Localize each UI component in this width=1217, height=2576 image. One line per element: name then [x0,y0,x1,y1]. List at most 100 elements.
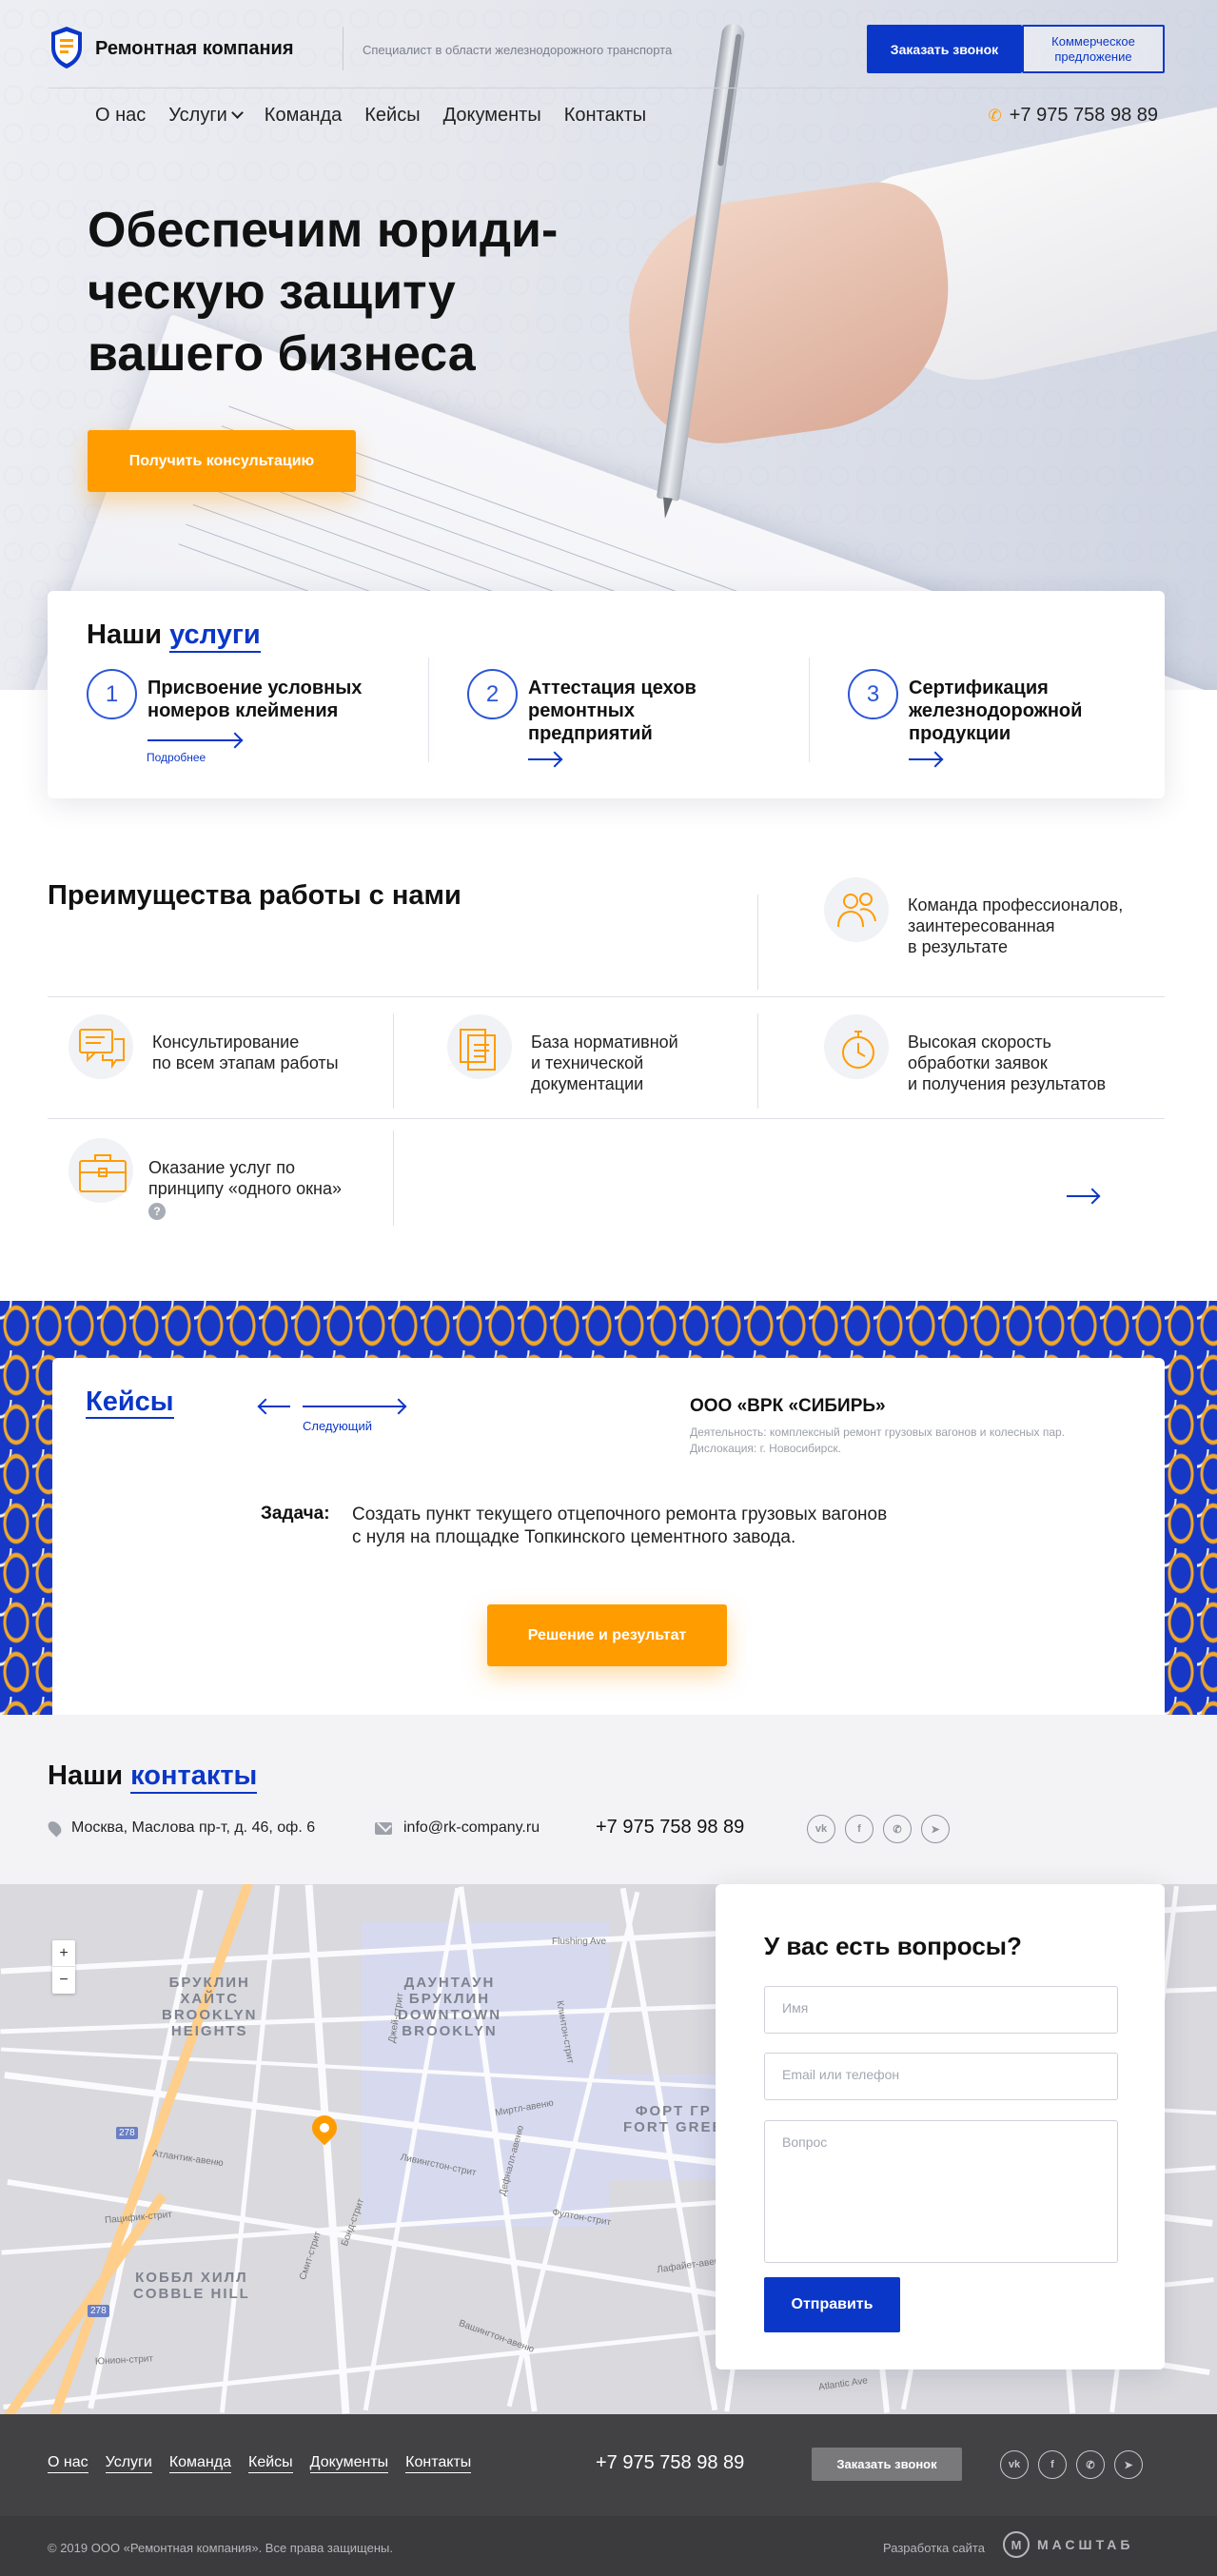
footer-nav-services[interactable]: Услуги [105,2454,152,2473]
facebook-icon[interactable]: f [845,1815,873,1843]
question-textarea[interactable]: Вопрос [764,2120,1118,2263]
studio-logo-icon: M [1003,2531,1030,2558]
order-call-button[interactable]: Заказать звонок [867,25,1022,73]
facebook-icon[interactable]: f [1038,2450,1067,2479]
address-text: Москва, Маслова пр-т, д. 46, оф. 6 [71,1819,316,1836]
header-phone-number: +7 975 758 98 89 [1009,105,1158,126]
page: Ремонтная компания Специалист в области … [0,0,1217,2576]
grid-divider [393,1131,394,1226]
arrow-right-icon[interactable] [303,1406,404,1407]
nav-item-documents[interactable]: Документы [443,105,541,127]
footer-nav-documents[interactable]: Документы [309,2454,389,2473]
chevron-down-icon [230,107,244,119]
footer: О нас Услуги Команда Кейсы Документы Кон… [0,2414,1217,2516]
arrow-right-icon[interactable] [147,739,241,741]
nav-item-label: Услуги [168,105,227,126]
footer-nav-about[interactable]: О нас [48,2454,88,2473]
arrow-right-icon[interactable] [528,758,560,760]
advantage-item: Высокая скорость обработки заявок и полу… [824,1014,1106,1094]
name-input[interactable]: Имя [764,1986,1118,2034]
next-case-link[interactable]: Следующий [303,1419,372,1433]
advantage-item: Команда профессионалов, заинтересованная… [824,877,1123,957]
service-number: 2 [467,669,518,719]
footer-nav-contacts[interactable]: Контакты [405,2454,472,2473]
services-title-plain: Наши [87,619,170,650]
studio-name: МАСШТАБ [1037,2537,1134,2552]
zoom-out-button[interactable]: − [52,1967,75,1994]
footer-nav-team[interactable]: Команда [168,2454,232,2473]
header-phone[interactable]: ✆ +7 975 758 98 89 [988,105,1158,127]
advantage-text: Консультирование по всем этапам работы [152,1032,339,1072]
zoom-in-button[interactable]: + [52,1940,75,1967]
cases-title-text: Кейсы [86,1386,174,1419]
advantages-title: Преимущества работы с нами [48,880,461,911]
map-label: КОББЛ ХИЛЛ COBBLE HILL [133,2270,250,2302]
contact-email[interactable]: info@rk-company.ru [375,1819,540,1837]
briefcase-icon [69,1138,133,1203]
help-icon[interactable]: ? [148,1203,166,1220]
cases-card: Кейсы Следующий ООО «ВРК «СИБИРЬ» Деятел… [52,1358,1165,1715]
nav-item-services[interactable]: Услуги [168,105,244,127]
contacts-title-accent: контакты [130,1760,258,1794]
advantage-item: База нормативной и технической документа… [447,1014,678,1094]
get-consultation-button[interactable]: Получить консультацию [88,430,356,492]
grid-divider [393,1013,394,1109]
footer-order-call-button[interactable]: Заказать звонок [812,2448,962,2481]
service-item[interactable]: 1 Присвоение условных номеров клеймения … [87,667,420,772]
contact-address: Москва, Маслова пр-т, д. 46, оф. 6 [45,1819,316,1838]
footer-nav: О нас Услуги Команда Кейсы Документы Кон… [48,2454,472,2473]
contacts-title: Наши контакты [48,1760,258,1794]
developer-link[interactable]: Разработка сайта [883,2541,985,2555]
map-label: ДАУНТАУН БРУКЛИН DOWNTOWN BROOKLYN [398,1975,502,2039]
highway-shield-icon: 278 [116,2127,138,2139]
mail-icon [375,1821,392,1835]
submit-button[interactable]: Отправить [764,2277,900,2332]
vk-icon[interactable]: vk [807,1815,835,1843]
telegram-icon[interactable]: ➤ [921,1815,950,1843]
documents-icon [447,1014,512,1079]
vk-icon[interactable]: vk [1000,2450,1029,2479]
nav-item-contacts[interactable]: Контакты [564,105,646,127]
case-task-text: Создать пункт текущего отцепочного ремон… [352,1504,888,1547]
solution-result-button[interactable]: Решение и результат [487,1604,727,1666]
nav-item-cases[interactable]: Кейсы [364,105,420,127]
grid-divider [757,1013,758,1109]
company-logo-icon[interactable] [49,25,85,70]
service-item[interactable]: 3 Сертификация железнодорожной продукции [848,667,1181,772]
arrow-right-icon[interactable] [1067,1195,1098,1197]
chat-icon [69,1014,133,1079]
telegram-icon[interactable]: ➤ [1114,2450,1143,2479]
service-title[interactable]: Присвоение условных номеров клеймения [147,677,404,722]
service-title[interactable]: Аттестация цехов ремонтных предприятий [528,677,718,745]
advantage-text: Команда профессионалов, заинтересованная… [908,895,1124,956]
arrow-right-icon[interactable] [909,758,941,760]
social-links: vk f ✆ ➤ [807,1815,950,1843]
email-link[interactable]: info@rk-company.ru [403,1819,540,1837]
service-item[interactable]: 2 Аттестация цехов ремонтных предприятий [467,667,800,772]
whatsapp-icon[interactable]: ✆ [883,1815,912,1843]
nav-item-about[interactable]: О нас [95,105,146,127]
question-form: У вас есть вопросы? Имя Email или телефо… [716,1884,1165,2370]
case-location: Дислокация: г. Новосибирск. [690,1442,841,1455]
footer-social-links: vk f ✆ ➤ [1000,2450,1143,2479]
nav-item-team[interactable]: Команда [265,105,342,127]
case-activity: Деятельность: комплексный ремонт грузовы… [690,1426,1066,1439]
arrow-left-icon[interactable] [260,1406,290,1407]
hero-section: Ремонтная компания Специалист в области … [0,0,1217,690]
footer-phone[interactable]: +7 975 758 98 89 [596,2452,744,2474]
advantage-text: Оказание услуг по принципу «одного окна» [148,1158,342,1198]
studio-logo[interactable]: M МАСШТАБ [1003,2531,1133,2558]
advantage-text: База нормативной и технической документа… [531,1032,678,1093]
advantage-text: Высокая скорость обработки заявок и полу… [908,1032,1107,1093]
brand-name[interactable]: Ремонтная компания [95,38,294,60]
map-label: БРУКЛИН ХАЙТС BROOKLYN HEIGHTS [162,1975,258,2039]
commercial-offer-button[interactable]: Коммерческое предложение [1022,25,1165,73]
header-tagline: Специалист в области железнодорожного тр… [363,43,673,57]
contact-phone[interactable]: +7 975 758 98 89 [596,1817,744,1839]
whatsapp-icon[interactable]: ✆ [1076,2450,1105,2479]
contact-input[interactable]: Email или телефон [764,2053,1118,2100]
footer-nav-cases[interactable]: Кейсы [248,2454,293,2473]
service-title[interactable]: Сертификация железнодорожной продукции [909,677,1099,745]
hero-title: Обеспечим юриди- ческую защиту вашего би… [88,203,559,382]
service-more-link[interactable]: Подробнее [147,751,206,764]
